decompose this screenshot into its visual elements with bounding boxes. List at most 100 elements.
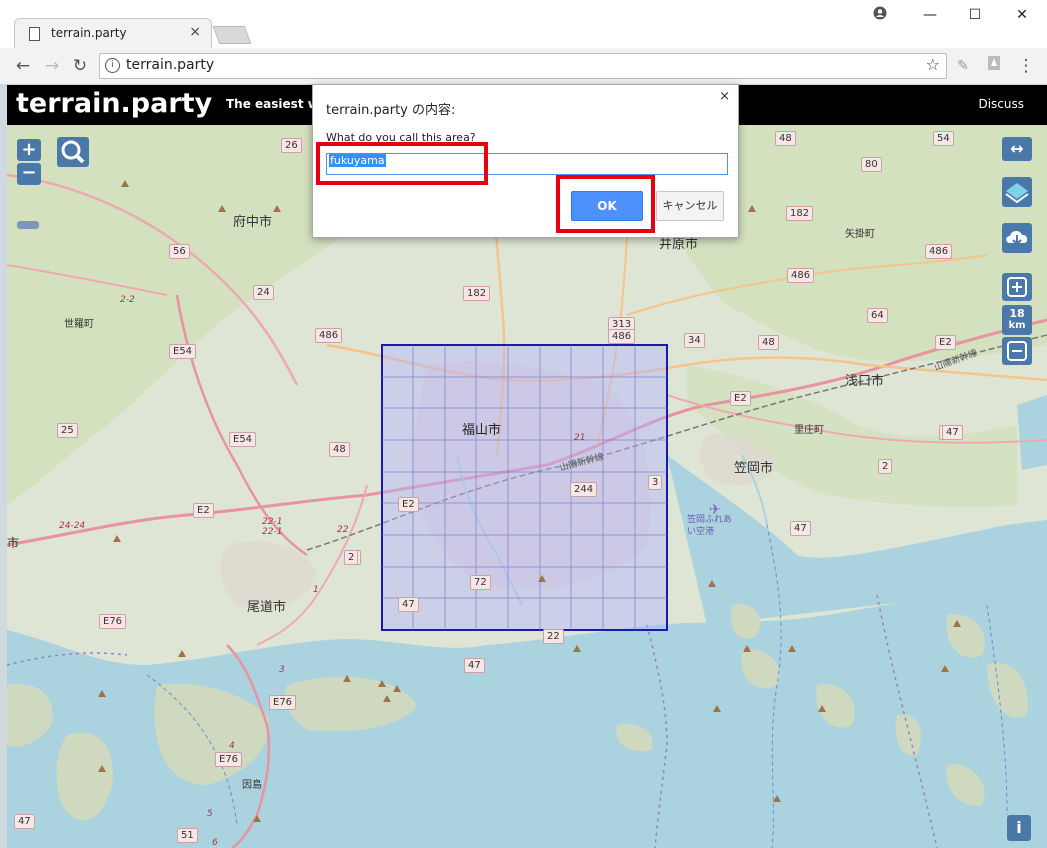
menu-icon[interactable]: ⋮: [1015, 55, 1037, 77]
new-tab-button[interactable]: [212, 26, 252, 44]
route-shield: 48: [758, 335, 779, 350]
page-icon: [29, 27, 40, 41]
city-label: 笠岡市: [734, 461, 774, 476]
route-shield: 3: [648, 475, 663, 490]
route-shield: 54: [933, 131, 954, 146]
browser-titlebar: terrain.party × — ☐ ✕: [0, 0, 1047, 49]
site-title[interactable]: terrain.party: [16, 88, 212, 119]
search-icon: [61, 140, 85, 164]
route-shield: 244: [570, 482, 598, 497]
info-icon[interactable]: i: [105, 58, 120, 73]
tab-title: terrain.party: [51, 26, 127, 40]
route-shield: 51: [177, 828, 198, 843]
city-label: 矢掛町: [845, 229, 875, 240]
route-shield: 24: [253, 285, 274, 300]
airport-label: 笠岡ふれあい空港: [687, 515, 733, 537]
layers-icon: [1005, 183, 1029, 204]
route-shield: E2: [193, 503, 214, 518]
road-number: 6: [212, 838, 218, 848]
url-text: terrain.party: [126, 57, 215, 73]
slider-handle[interactable]: [17, 221, 39, 229]
route-shield: E76: [269, 695, 297, 710]
download-button[interactable]: [1002, 223, 1032, 253]
plus-icon: [1007, 277, 1027, 297]
extension-icon[interactable]: ✎: [952, 55, 974, 77]
road-number: 24-24: [59, 521, 86, 531]
star-icon[interactable]: ☆: [926, 55, 940, 74]
route-shield: 47: [464, 658, 485, 673]
ok-highlight-box: [556, 175, 655, 233]
route-shield: 25: [57, 423, 78, 438]
box-size-unit: km: [1008, 320, 1026, 331]
maximize-button[interactable]: ☐: [963, 6, 987, 24]
route-shield: 182: [786, 206, 814, 221]
city-label: 浅口市: [845, 374, 885, 389]
browser-tab[interactable]: terrain.party ×: [14, 18, 212, 49]
road-number: 1: [313, 585, 319, 595]
route-shield: 80: [861, 157, 882, 172]
road-number: 2-2: [120, 295, 135, 305]
road-number: 5: [207, 809, 213, 819]
route-shield: 48: [329, 442, 350, 457]
route-shield: E2: [398, 497, 419, 512]
browser-toolbar: ← → ↻ i terrain.party ☆ ✎ ⋮: [0, 48, 1047, 85]
pdf-icon[interactable]: [983, 55, 1005, 77]
size-increase-button[interactable]: [1002, 273, 1032, 301]
layers-button[interactable]: [1002, 177, 1032, 207]
route-shield: 486: [925, 244, 953, 259]
account-icon[interactable]: [868, 6, 892, 24]
address-bar[interactable]: i terrain.party ☆: [99, 53, 947, 79]
forward-icon[interactable]: →: [41, 55, 63, 77]
road-number: 22-1: [262, 527, 283, 537]
selection-box[interactable]: [381, 344, 668, 631]
reload-icon[interactable]: ↻: [69, 55, 91, 77]
zoom-in-button[interactable]: +: [17, 139, 41, 161]
route-shield: E76: [99, 614, 127, 629]
tab-close-icon[interactable]: ×: [189, 24, 201, 40]
route-shield: 47: [790, 521, 811, 536]
zoom-out-button[interactable]: −: [17, 163, 41, 185]
route-shield: 47: [942, 425, 963, 440]
minus-icon: [1007, 341, 1027, 361]
city-label: 世羅町: [64, 319, 94, 330]
expand-icon[interactable]: ↔: [1002, 137, 1032, 161]
road-number: 22: [337, 525, 349, 535]
route-shield: 47: [14, 814, 35, 829]
route-shield: 47: [398, 597, 419, 612]
route-shield: 2: [344, 550, 359, 565]
search-button[interactable]: [57, 137, 89, 167]
road-number: 3: [279, 665, 285, 675]
city-label: 市: [7, 536, 20, 550]
city-label: 里庄町: [794, 425, 824, 436]
route-shield: E54: [229, 432, 257, 447]
discuss-link[interactable]: Discuss: [978, 97, 1024, 111]
route-shield: 486: [315, 328, 343, 343]
city-label: 因島: [242, 780, 262, 791]
route-shield: 72: [470, 575, 491, 590]
route-shield: 182: [463, 286, 491, 301]
box-size-indicator: 18 km: [1002, 305, 1032, 335]
info-button[interactable]: i: [1007, 815, 1031, 841]
window-edge: [0, 84, 7, 848]
dialog-close-icon[interactable]: ×: [719, 89, 730, 104]
size-decrease-button[interactable]: [1002, 337, 1032, 365]
download-icon: [1006, 230, 1028, 246]
dialog-title: terrain.party の内容:: [326, 103, 456, 118]
route-shield: 26: [281, 138, 302, 153]
road-number: 21: [574, 433, 586, 443]
route-shield: 486: [787, 268, 815, 283]
water-east: [1017, 395, 1047, 470]
box-size-value: 18: [1009, 307, 1025, 320]
road-number: 4: [229, 741, 235, 751]
route-shield: E76: [215, 752, 243, 767]
close-window-button[interactable]: ✕: [1010, 6, 1034, 24]
route-shield: 2: [878, 459, 893, 474]
city-label: 尾道市: [247, 600, 287, 615]
route-shield: 56: [169, 244, 190, 259]
cancel-button[interactable]: キャンセル: [656, 191, 724, 221]
route-shield: 486: [608, 329, 636, 344]
route-shield: 48: [775, 131, 796, 146]
minimize-button[interactable]: —: [918, 6, 942, 24]
back-icon[interactable]: ←: [12, 55, 34, 77]
city-label: 府中市: [233, 215, 273, 230]
